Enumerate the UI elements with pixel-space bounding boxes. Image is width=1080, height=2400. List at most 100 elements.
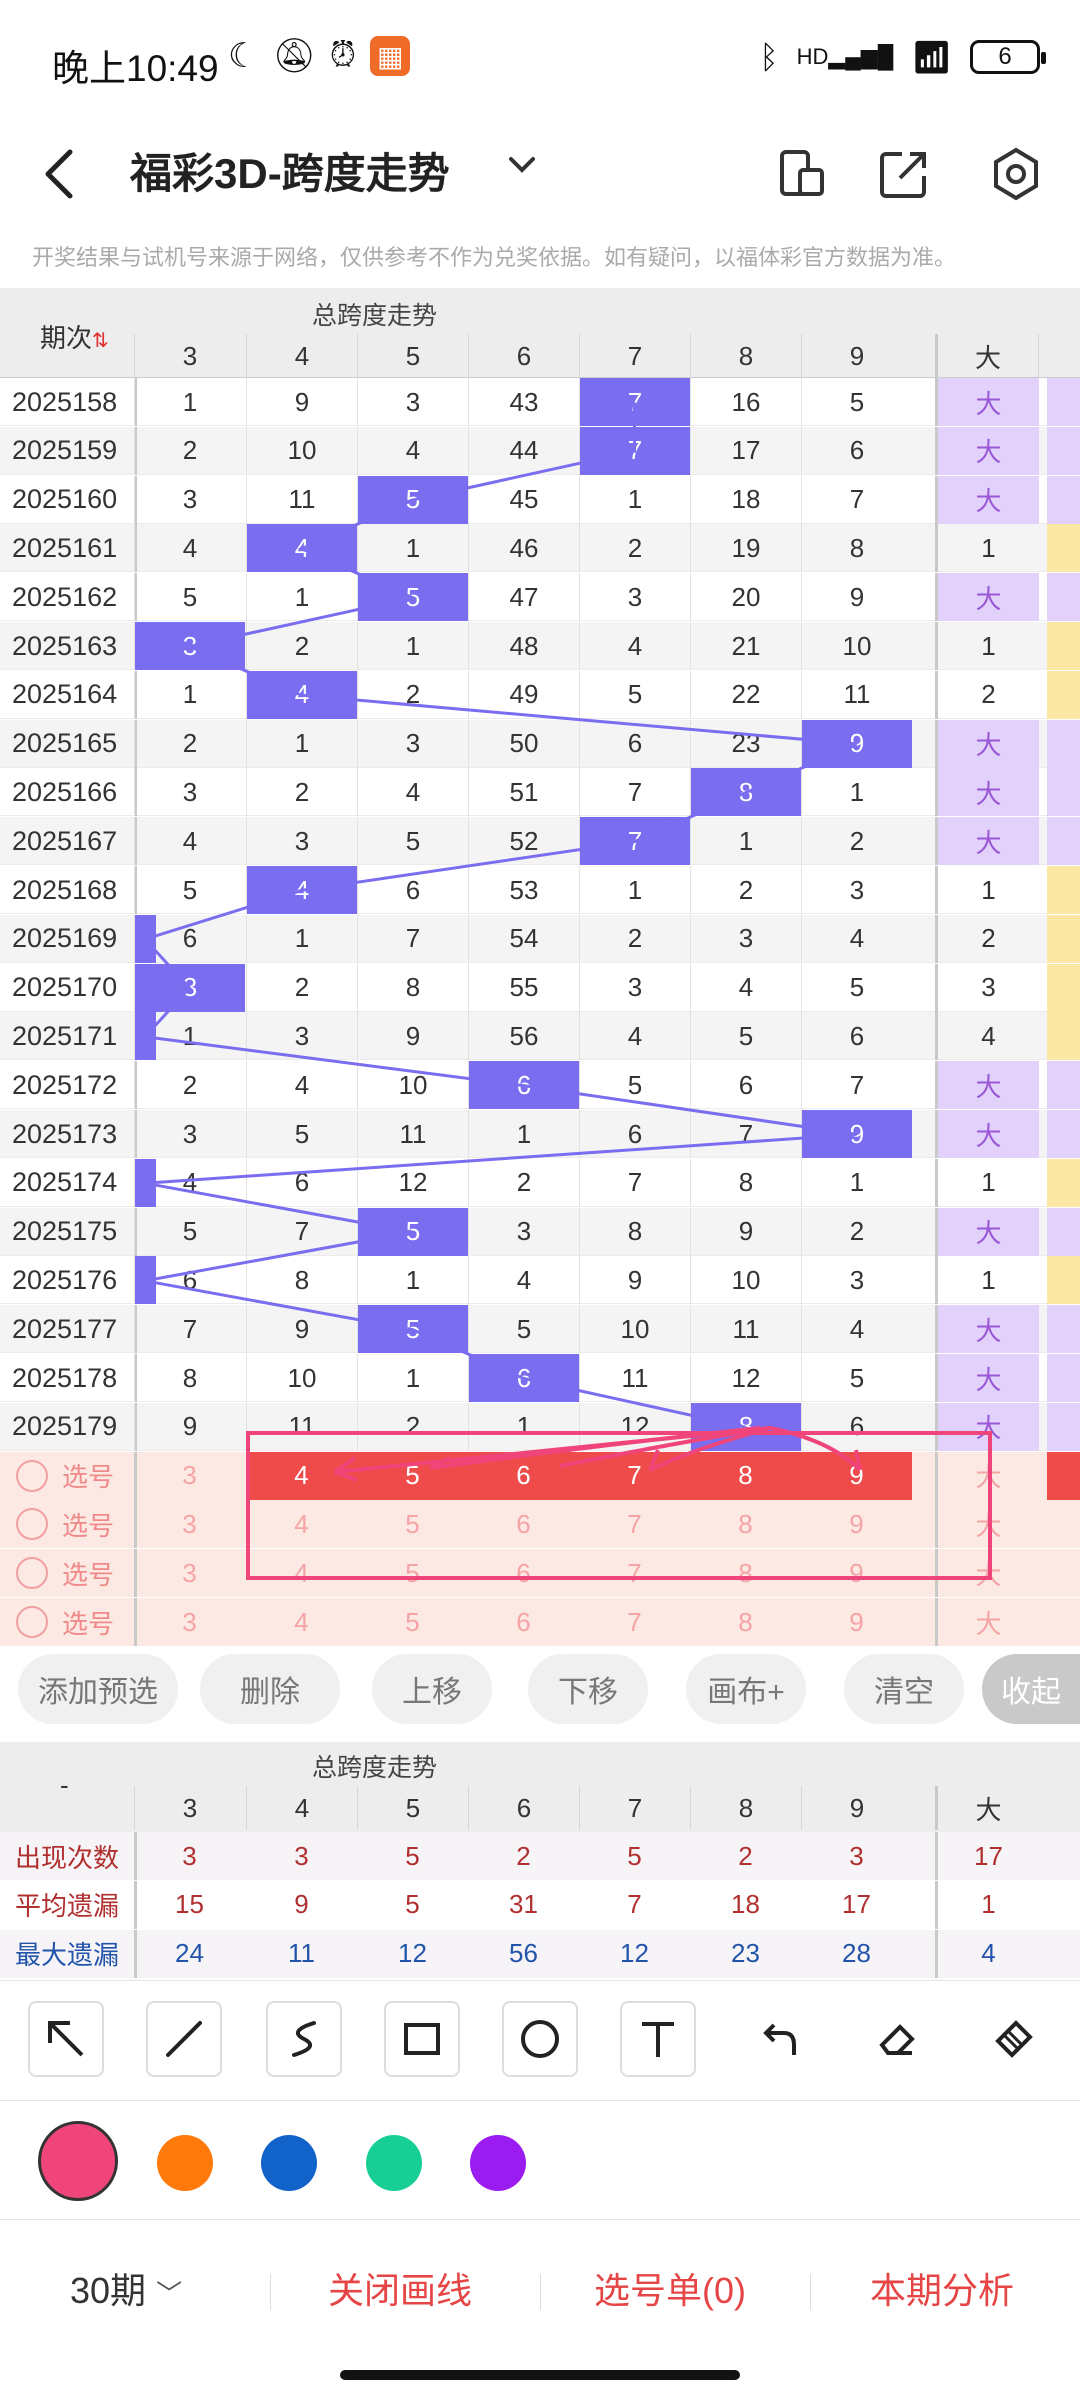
pick-number[interactable]: 9 (801, 1549, 912, 1597)
trend-cell: 23 (690, 719, 801, 768)
pick-size[interactable]: 大 (935, 1598, 1039, 1646)
page-title[interactable]: 福彩3D-跨度走势 (130, 140, 450, 201)
radio-circle-icon[interactable] (16, 1459, 48, 1492)
pick-number[interactable]: 7 (579, 1500, 690, 1548)
radio-circle-icon[interactable] (16, 1557, 48, 1590)
trend-cell: 7 (579, 426, 690, 475)
rectangle-icon[interactable] (384, 2001, 460, 2077)
trend-cell: 12 (357, 1158, 468, 1207)
pick-number[interactable]: 8 (690, 1549, 801, 1597)
pick-row: 选号 3 4 5 6 7 8 9 大 (0, 1549, 1080, 1598)
trend-cell: 6 (134, 914, 245, 963)
trend-cell: 5 (690, 1012, 801, 1061)
back-icon (45, 149, 73, 199)
pick-label[interactable]: 选号 (0, 1549, 134, 1597)
clear-icon[interactable] (976, 2001, 1052, 2077)
pick-number[interactable]: 7 (579, 1451, 690, 1500)
text-icon[interactable] (620, 2001, 696, 2077)
color-palette (0, 2100, 1080, 2220)
size-tail (1047, 768, 1080, 817)
pick-number[interactable]: 4 (246, 1451, 357, 1500)
color-swatch-pink[interactable] (38, 2121, 118, 2201)
pick-size[interactable]: 大 (935, 1451, 1039, 1500)
pick-number[interactable]: 6 (468, 1500, 579, 1548)
pick-number[interactable]: 5 (357, 1598, 468, 1646)
pick-number[interactable]: 6 (468, 1598, 579, 1646)
pick-label[interactable]: 选号 (0, 1500, 134, 1548)
trend-cell: 8 (690, 1158, 801, 1207)
pick-size[interactable]: 大 (935, 1500, 1039, 1549)
delete-button[interactable]: 删除 (200, 1654, 340, 1724)
pick-number[interactable]: 3 (134, 1452, 245, 1500)
move-up-button[interactable]: 上移 (372, 1654, 492, 1724)
trend-cell: 10 (579, 1305, 690, 1354)
pick-number[interactable]: 8 (690, 1598, 801, 1646)
radio-circle-icon[interactable] (16, 1508, 48, 1541)
pick-number[interactable]: 3 (134, 1549, 245, 1597)
eraser-icon[interactable] (858, 2001, 934, 2077)
pick-number[interactable]: 4 (246, 1598, 357, 1646)
pick-number[interactable]: 5 (357, 1451, 468, 1500)
circle-icon[interactable] (502, 2001, 578, 2077)
status-time: 晚上10:49 (52, 48, 219, 89)
stats-label: 平均遗漏 (14, 1891, 119, 1922)
close-lines-button[interactable]: 关闭画线 (328, 2262, 472, 2314)
color-swatch-green[interactable] (366, 2135, 422, 2191)
color-swatch-blue[interactable] (261, 2135, 317, 2191)
trend-cell: 3 (134, 622, 245, 670)
stats-row: 最大遗漏 24 11 12 56 12 23 28 4 (0, 1929, 1080, 1978)
pick-number[interactable]: 8 (690, 1500, 801, 1548)
trend-cell: 5 (357, 817, 468, 866)
stats-value: 3 (182, 1840, 197, 1871)
share-icon[interactable] (872, 142, 936, 206)
trend-cell: 1 (357, 524, 468, 573)
pick-number[interactable]: 6 (468, 1549, 579, 1597)
pick-number[interactable]: 5 (357, 1500, 468, 1548)
clear-button[interactable]: 清空 (844, 1654, 964, 1724)
freehand-icon[interactable] (266, 2001, 342, 2077)
undo-icon[interactable] (740, 2001, 816, 2077)
analysis-button[interactable]: 本期分析 (870, 2262, 1014, 2314)
pick-size[interactable]: 大 (935, 1549, 1039, 1598)
chevron-down-icon[interactable] (505, 148, 539, 191)
pick-number[interactable]: 9 (801, 1451, 912, 1500)
size-cell: 1 (935, 1256, 1039, 1305)
settings-icon[interactable] (984, 142, 1048, 206)
arrow-icon[interactable] (28, 2001, 104, 2077)
table-row: 2025162 5 1 5 47 3 20 9 大 (0, 573, 1080, 622)
pick-list-button[interactable]: 选号单(0) (594, 2262, 746, 2314)
back-button[interactable] (40, 134, 100, 214)
pick-number[interactable]: 5 (357, 1549, 468, 1597)
trend-cell: 21 (690, 622, 801, 670)
radio-circle-icon[interactable] (16, 1606, 48, 1638)
line-icon[interactable] (146, 2001, 222, 2077)
pick-number[interactable]: 4 (246, 1500, 357, 1548)
trend-cell: 2 (246, 768, 357, 817)
stats-value: 2 (738, 1840, 753, 1871)
pick-number[interactable]: 3 (134, 1500, 245, 1548)
trend-cell: 2 (357, 670, 468, 719)
split-screen-icon[interactable] (770, 142, 834, 206)
move-down-button[interactable]: 下移 (528, 1654, 648, 1724)
pick-number[interactable]: 6 (468, 1451, 579, 1500)
period-count-select[interactable]: 30期 ﹀ (70, 2262, 182, 2314)
color-swatch-purple[interactable] (470, 2135, 526, 2191)
collapse-button[interactable]: 收起 (982, 1654, 1080, 1724)
pick-number[interactable]: 9 (801, 1598, 912, 1646)
bluetooth-icon: ᛒ (759, 38, 779, 75)
stats-value: 23 (731, 1938, 760, 1969)
add-preselect-button[interactable]: 添加预选 (18, 1654, 178, 1724)
pick-label[interactable]: 选号 (0, 1452, 134, 1500)
period-number: 2025169 (12, 923, 118, 954)
color-swatch-orange[interactable] (157, 2135, 213, 2191)
pick-number[interactable]: 4 (246, 1549, 357, 1597)
pick-number[interactable]: 7 (579, 1549, 690, 1597)
pick-number[interactable]: 8 (690, 1451, 801, 1500)
canvas-plus-button[interactable]: 画布+ (686, 1654, 806, 1724)
trend-cell: 9 (801, 1110, 912, 1158)
pick-number[interactable]: 7 (579, 1598, 690, 1646)
pick-label[interactable]: 选号 (0, 1598, 134, 1646)
pick-number[interactable]: 3 (134, 1598, 245, 1646)
trend-cell: 12 (690, 1354, 801, 1402)
pick-number[interactable]: 9 (801, 1500, 912, 1548)
